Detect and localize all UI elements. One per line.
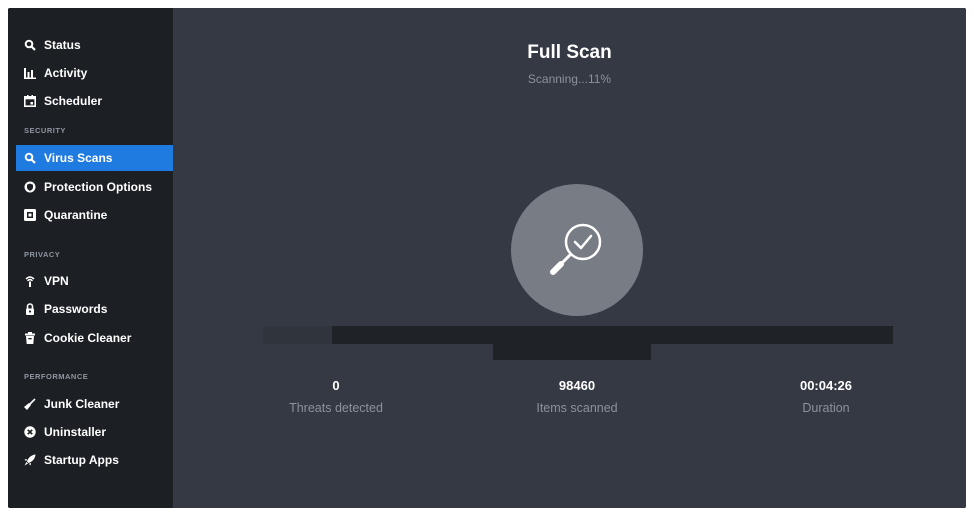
- app-window: Status Activity Scheduler SECURITY Virus…: [8, 8, 966, 508]
- stat-threats: 0 Threats detected: [236, 378, 436, 415]
- quarantine-icon: [24, 209, 36, 221]
- sidebar-item-scheduler[interactable]: Scheduler: [16, 88, 173, 114]
- sidebar-item-startup-apps[interactable]: Startup Apps: [16, 447, 173, 473]
- broom-icon: [24, 398, 36, 410]
- sidebar-item-junk-cleaner[interactable]: Junk Cleaner: [16, 391, 173, 417]
- search-icon: [24, 152, 36, 164]
- shield-icon: [24, 181, 36, 193]
- progress-bar-tab: [493, 344, 651, 360]
- sidebar-item-cookie-cleaner[interactable]: Cookie Cleaner: [16, 325, 173, 351]
- duration-label: Duration: [802, 401, 850, 415]
- sidebar-item-label: VPN: [44, 274, 69, 288]
- scan-panel: Full Scan Scanning...11% 0 Threats detec…: [173, 8, 966, 508]
- wifi-icon: [24, 275, 36, 287]
- scan-progress-fill: [263, 326, 333, 344]
- items-value: 98460: [558, 378, 596, 393]
- sidebar: Status Activity Scheduler SECURITY Virus…: [8, 8, 173, 508]
- scan-status: Scanning...11%: [527, 72, 612, 86]
- trash-icon: [24, 332, 36, 344]
- sidebar-item-quarantine[interactable]: Quarantine: [16, 202, 173, 228]
- section-header-privacy: PRIVACY: [24, 250, 61, 259]
- search-icon: [24, 39, 36, 51]
- sidebar-item-label: Startup Apps: [44, 453, 119, 467]
- rocket-icon: [24, 454, 36, 466]
- sidebar-item-label: Passwords: [44, 302, 108, 316]
- section-header-security: SECURITY: [24, 126, 66, 135]
- sidebar-item-label: Junk Cleaner: [44, 397, 120, 411]
- duration-value: 00:04:26: [799, 378, 853, 393]
- items-label: Items scanned: [536, 401, 618, 415]
- sidebar-item-activity[interactable]: Activity: [16, 60, 173, 86]
- threats-value: 0: [332, 378, 340, 393]
- sidebar-item-label: Uninstaller: [44, 425, 107, 439]
- sidebar-item-vpn[interactable]: VPN: [16, 268, 173, 294]
- sidebar-item-label: Scheduler: [44, 94, 103, 108]
- sidebar-item-label: Activity: [44, 66, 88, 80]
- sidebar-item-label: Status: [44, 38, 81, 52]
- scan-title: Full Scan: [527, 42, 612, 63]
- scan-progress-bar: [263, 326, 893, 344]
- bar-chart-icon: [24, 67, 36, 79]
- sidebar-item-label: Quarantine: [44, 208, 108, 222]
- magnifier-check-icon: [550, 223, 602, 275]
- sidebar-item-label: Cookie Cleaner: [44, 331, 132, 345]
- sidebar-item-label: Virus Scans: [44, 151, 113, 165]
- calendar-icon: [24, 95, 36, 107]
- stat-duration: 00:04:26 Duration: [726, 378, 926, 415]
- sidebar-item-passwords[interactable]: Passwords: [16, 296, 173, 322]
- sidebar-item-label: Protection Options: [44, 180, 152, 194]
- section-header-performance: PERFORMANCE: [24, 372, 89, 381]
- close-circle-icon: [24, 426, 36, 438]
- sidebar-item-protection-options[interactable]: Protection Options: [16, 174, 173, 200]
- sidebar-item-status[interactable]: Status: [16, 32, 173, 58]
- sidebar-item-virus-scans[interactable]: Virus Scans: [16, 145, 173, 171]
- stat-items: 98460 Items scanned: [477, 378, 677, 415]
- sidebar-item-uninstaller[interactable]: Uninstaller: [16, 419, 173, 445]
- threats-label: Threats detected: [289, 401, 383, 415]
- lock-icon: [24, 303, 36, 315]
- scan-indicator: [511, 184, 643, 316]
